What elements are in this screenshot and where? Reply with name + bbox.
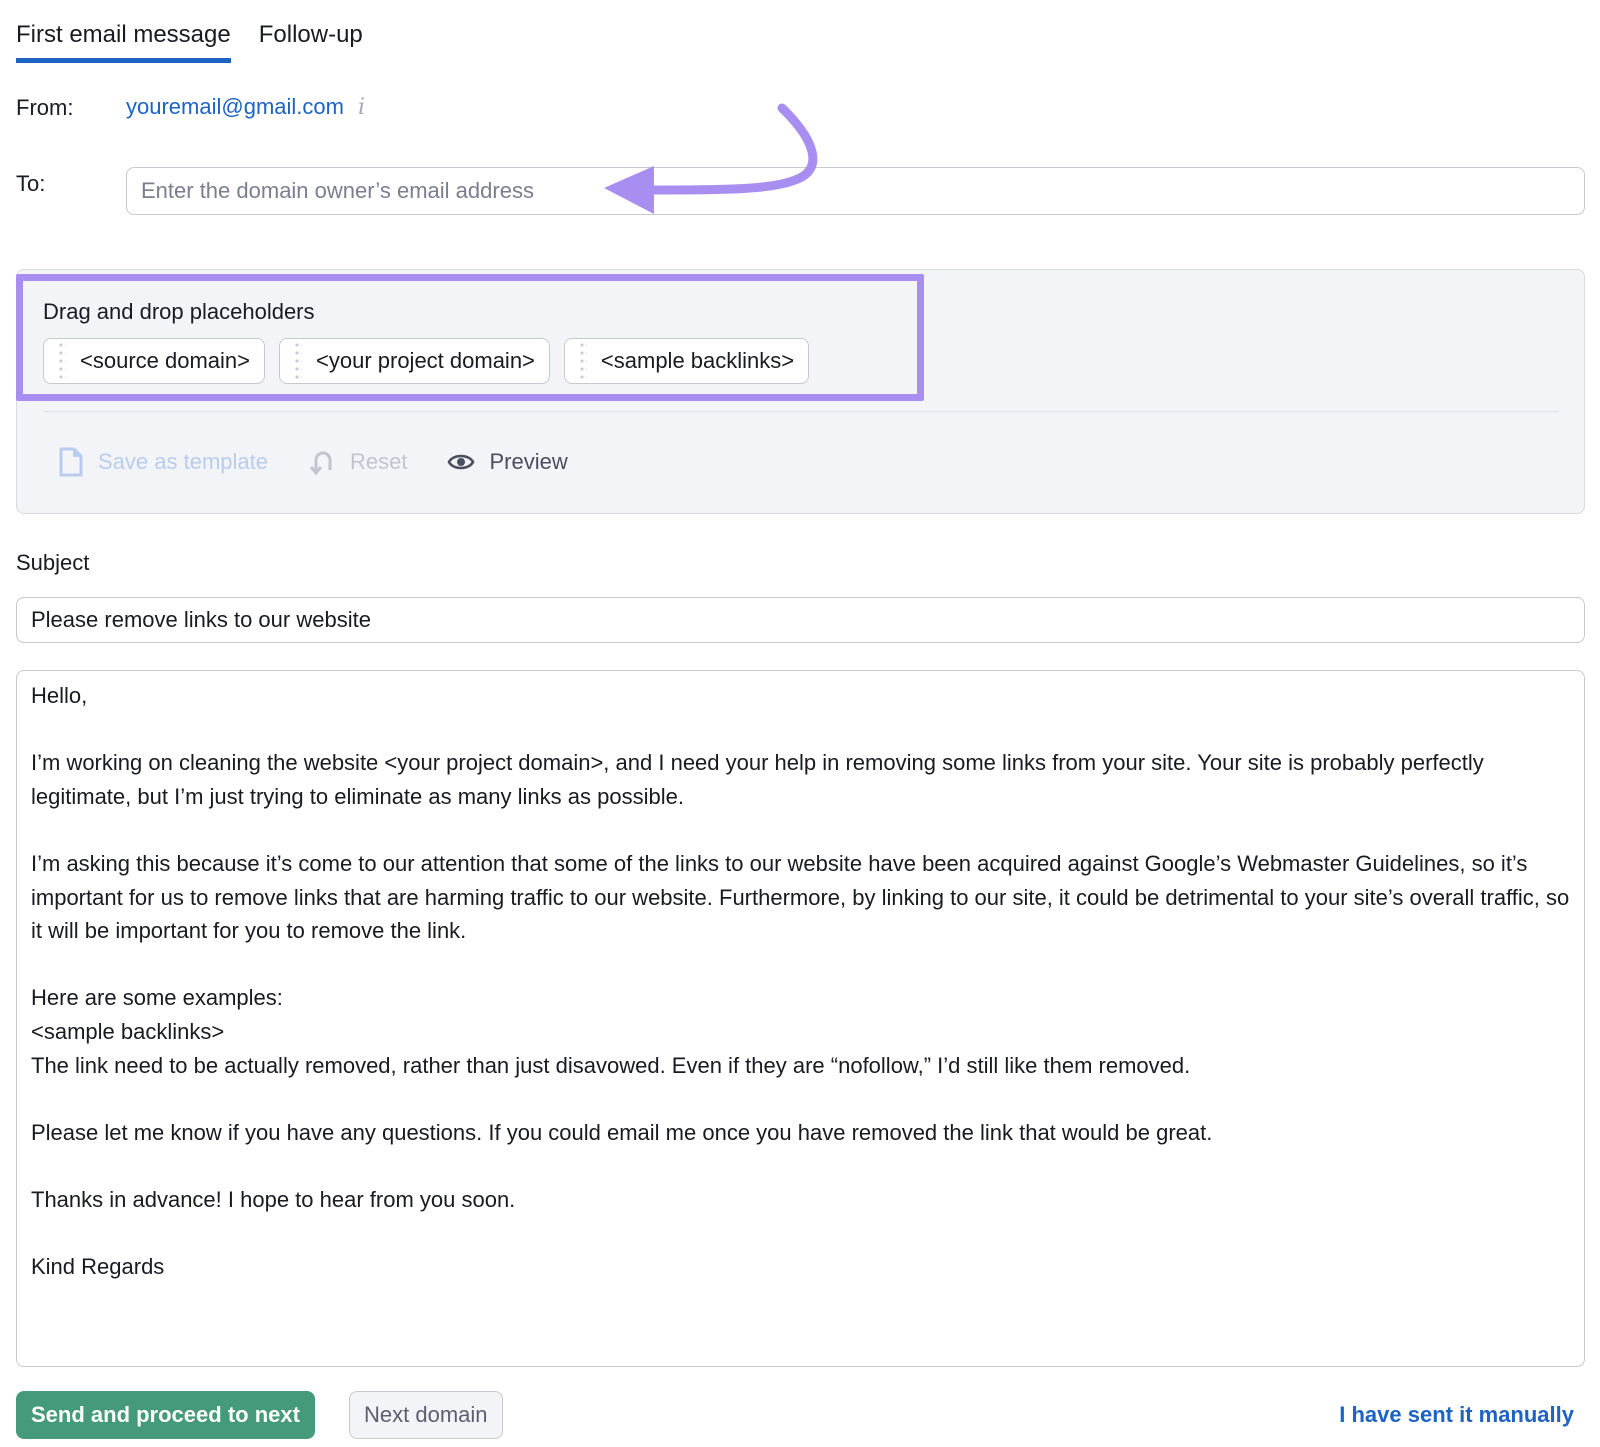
file-icon	[59, 447, 83, 477]
body-line: I’m asking this because it’s come to our…	[31, 850, 1576, 944]
drag-handle-icon[interactable]	[578, 341, 587, 381]
chip-label: <source domain>	[80, 348, 250, 373]
to-email-input[interactable]	[126, 167, 1585, 215]
sent-manually-link[interactable]: I have sent it manually	[1339, 1402, 1574, 1428]
body-line	[31, 1149, 1570, 1183]
tab-follow-up[interactable]: Follow-up	[259, 18, 363, 63]
body-line	[31, 713, 1570, 747]
next-domain-button[interactable]: Next domain	[349, 1391, 503, 1439]
body-line	[31, 1082, 1570, 1116]
chip-label: <sample backlinks>	[600, 348, 795, 373]
reset-button[interactable]: Reset	[308, 448, 407, 476]
eye-icon	[448, 454, 475, 470]
body-line: Hello,	[31, 683, 88, 708]
body-line: Thanks in advance! I hope to hear from y…	[31, 1186, 516, 1212]
placeholder-chip-your-project-domain[interactable]: <your project domain>	[279, 338, 550, 384]
drag-handle-icon[interactable]	[58, 341, 66, 381]
tab-bar: First email message Follow-up	[16, 18, 363, 63]
panel-divider	[43, 411, 1559, 412]
from-email: youremail@gmail.com	[126, 94, 344, 119]
to-label: To:	[16, 171, 46, 196]
placeholder-chip-sample-backlinks[interactable]: <sample backlinks>	[563, 338, 810, 384]
subject-label: Subject	[16, 550, 90, 575]
info-icon[interactable]: i	[358, 95, 365, 120]
send-and-proceed-button[interactable]: Send and proceed to next	[16, 1391, 315, 1439]
save-as-template-button[interactable]: Save as template	[58, 447, 268, 477]
chip-label: <your project domain>	[316, 348, 535, 373]
body-line	[31, 1217, 1570, 1251]
reset-label: Reset	[349, 449, 408, 474]
body-line: Here are some examples:	[31, 985, 283, 1011]
drag-handle-icon[interactable]	[294, 341, 302, 381]
email-body-editor[interactable]: Hello, I’m working on cleaning the websi…	[16, 670, 1585, 1367]
preview-button[interactable]: Preview	[447, 449, 568, 475]
body-line: I’m working on cleaning the website <you…	[31, 750, 1490, 809]
body-line: Please let me know if you have any quest…	[31, 1119, 1213, 1145]
template-actions: Save as template Reset Preview	[58, 447, 568, 477]
tab-first-email-message[interactable]: First email message	[16, 18, 231, 63]
placeholder-chip-list: <source domain> <your project domain> <s…	[43, 338, 810, 384]
placeholders-title: Drag and drop placeholders	[43, 299, 315, 324]
body-line	[31, 948, 1570, 982]
body-line: <sample backlinks>	[31, 1018, 225, 1044]
body-line	[31, 813, 1570, 847]
preview-label: Preview	[489, 449, 568, 474]
save-as-template-label: Save as template	[98, 449, 268, 474]
body-line: Kind Regards	[31, 1254, 165, 1280]
body-line: The link need to be actually removed, ra…	[31, 1052, 1191, 1078]
from-label: From:	[16, 95, 74, 120]
subject-input[interactable]	[16, 597, 1585, 643]
placeholder-chip-source-domain[interactable]: <source domain>	[43, 338, 265, 384]
undo-icon	[309, 451, 332, 476]
from-field: youremail@gmail.com i	[126, 94, 365, 120]
